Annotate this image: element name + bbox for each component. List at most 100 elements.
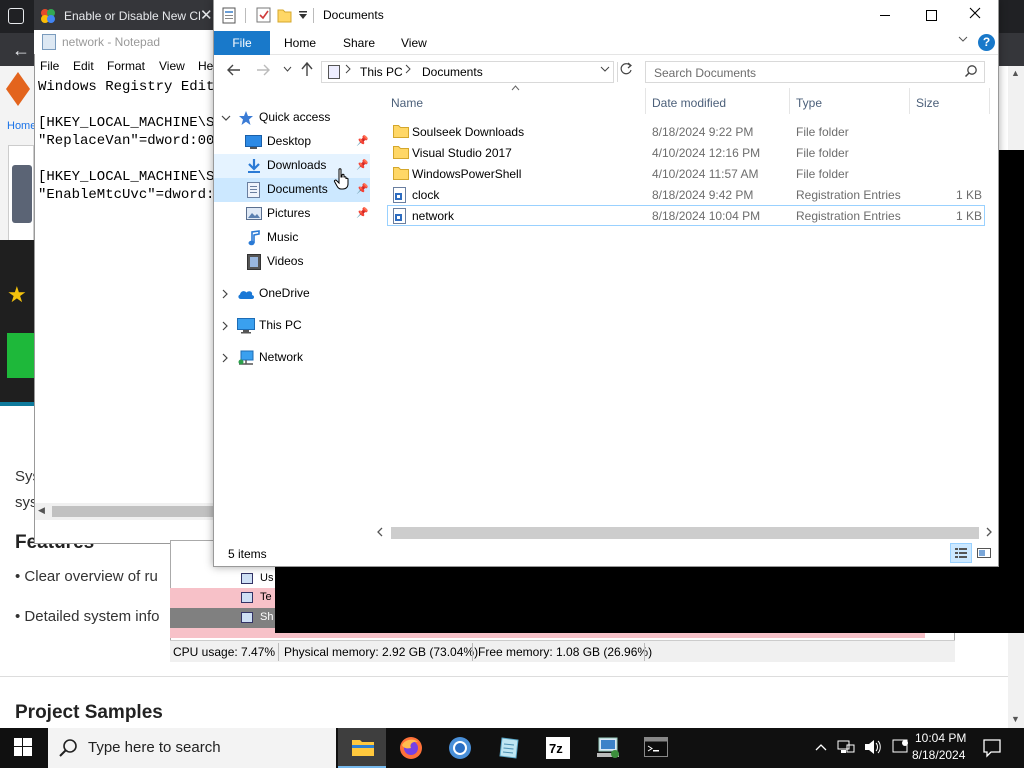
- search-input[interactable]: Search Documents: [645, 61, 985, 83]
- pin-icon[interactable]: 📌: [356, 136, 368, 147]
- nav-item-quick-access[interactable]: Quick access: [214, 106, 370, 130]
- tab-home[interactable]: Home: [284, 36, 316, 50]
- nav-item-desktop[interactable]: Desktop 📌: [214, 130, 370, 154]
- notepad-icon: [42, 34, 56, 50]
- folder-icon: [393, 124, 409, 138]
- help-icon[interactable]: ?: [978, 34, 995, 51]
- process-row[interactable]: Te: [170, 588, 278, 608]
- refresh-icon[interactable]: [617, 62, 632, 82]
- notepad-scroll-thumb[interactable]: [52, 506, 214, 517]
- notepad-text-area[interactable]: Windows Registry Edito [HKEY_LOCAL_MACHI…: [38, 78, 214, 204]
- file-row[interactable]: Visual Studio 2017 4/10/2024 12:16 PM Fi…: [387, 142, 985, 163]
- checkbox-icon[interactable]: [256, 7, 271, 23]
- column-header-name[interactable]: Name: [391, 96, 423, 110]
- column-header-size[interactable]: Size: [916, 96, 939, 110]
- address-dropdown-chevron-icon[interactable]: [600, 65, 610, 73]
- breadcrumb-documents[interactable]: Documents: [422, 65, 483, 79]
- up-arrow-icon[interactable]: [300, 61, 314, 77]
- menu-help[interactable]: He: [198, 59, 213, 73]
- pin-icon[interactable]: 📌: [356, 160, 368, 171]
- home-link[interactable]: Home: [7, 120, 36, 132]
- nav-item-onedrive[interactable]: OneDrive: [214, 282, 370, 306]
- scroll-right-icon[interactable]: [986, 527, 992, 537]
- scroll-thumb[interactable]: [391, 527, 979, 539]
- cpu-usage: CPU usage: 7.47%: [173, 645, 276, 659]
- show-hidden-icons-chevron-icon[interactable]: [815, 742, 827, 752]
- file-row[interactable]: Soulseek Downloads 8/18/2024 9:22 PM Fil…: [387, 121, 985, 142]
- column-header-type[interactable]: Type: [796, 96, 822, 110]
- maximize-button[interactable]: [916, 4, 946, 26]
- browser-tab-close-icon[interactable]: ✕: [200, 6, 213, 24]
- forward-arrow-icon[interactable]: [255, 62, 271, 78]
- firefox-icon[interactable]: [399, 736, 423, 760]
- network-settings-app-icon[interactable]: [595, 736, 621, 760]
- column-divider[interactable]: [909, 88, 910, 114]
- taskbar-search-input[interactable]: Type here to search: [48, 728, 336, 768]
- menu-edit[interactable]: Edit: [73, 59, 94, 73]
- nav-item-videos[interactable]: Videos: [214, 250, 370, 274]
- back-arrow-icon[interactable]: [226, 62, 242, 78]
- windows-start-icon[interactable]: [14, 738, 32, 756]
- action-center-icon[interactable]: [982, 738, 1002, 758]
- process-row[interactable]: Sh: [170, 608, 278, 628]
- terminal-app-icon[interactable]: [644, 737, 668, 757]
- new-folder-icon[interactable]: [277, 7, 292, 23]
- tab-share[interactable]: Share: [343, 36, 375, 50]
- file-name: Soulseek Downloads: [412, 125, 525, 139]
- breadcrumb-this-pc[interactable]: This PC: [360, 65, 403, 79]
- 7zip-icon[interactable]: 7z: [546, 737, 570, 759]
- clock-date[interactable]: 8/18/2024: [912, 748, 965, 762]
- file-row[interactable]: WindowsPowerShell 4/10/2024 11:57 AM Fil…: [387, 163, 985, 184]
- notepad-app-icon[interactable]: [497, 736, 521, 760]
- customize-qat-icon[interactable]: [298, 10, 308, 20]
- tab-file[interactable]: File: [214, 31, 270, 55]
- nav-item-pictures[interactable]: Pictures 📌: [214, 202, 370, 226]
- nav-label: OneDrive: [259, 286, 310, 300]
- breadcrumb-chevron-icon[interactable]: [345, 64, 351, 74]
- clock-time[interactable]: 10:04 PM: [915, 731, 966, 745]
- expand-ribbon-chevron-icon[interactable]: [958, 35, 968, 43]
- browser-tab-search-icon[interactable]: [8, 8, 24, 24]
- scroll-left-icon[interactable]: [377, 527, 383, 537]
- column-header-date[interactable]: Date modified: [652, 96, 726, 110]
- nav-item-this-pc[interactable]: This PC: [214, 314, 370, 338]
- menu-file[interactable]: File: [40, 59, 59, 73]
- file-type: File folder: [796, 146, 849, 160]
- scroll-down-icon[interactable]: ▼: [1011, 714, 1020, 724]
- browser-tab[interactable]: Enable or Disable New Cl: [34, 0, 214, 33]
- breadcrumb-chevron-icon[interactable]: [405, 64, 411, 74]
- minimize-button[interactable]: [870, 4, 900, 26]
- menu-format[interactable]: Format: [107, 59, 145, 73]
- scroll-up-icon[interactable]: ▲: [1011, 68, 1020, 78]
- collapsed-chevron-icon[interactable]: [221, 321, 229, 331]
- browser-back-button[interactable]: ←: [12, 40, 30, 61]
- collapsed-chevron-icon[interactable]: [221, 353, 229, 363]
- pin-icon[interactable]: 📌: [356, 208, 368, 219]
- nav-item-music[interactable]: Music: [214, 226, 370, 250]
- network-status-icon[interactable]: [837, 739, 855, 755]
- details-view-icon[interactable]: [950, 543, 972, 563]
- recent-locations-chevron-icon[interactable]: [283, 65, 292, 73]
- menu-view[interactable]: View: [159, 59, 185, 73]
- scroll-left-icon[interactable]: ◀: [38, 505, 45, 516]
- chrome-icon[interactable]: [448, 736, 472, 760]
- expanded-chevron-icon[interactable]: [221, 114, 231, 122]
- large-icons-view-icon[interactable]: [976, 545, 992, 561]
- file-row[interactable]: clock 8/18/2024 9:42 PM Registration Ent…: [387, 184, 985, 205]
- column-divider[interactable]: [645, 88, 646, 114]
- search-icon[interactable]: [964, 64, 978, 78]
- properties-icon[interactable]: [222, 7, 236, 24]
- pin-icon[interactable]: 📌: [356, 184, 368, 195]
- collapsed-chevron-icon[interactable]: [221, 289, 229, 299]
- notification-badge-icon[interactable]: [892, 739, 910, 755]
- close-button[interactable]: [960, 3, 990, 25]
- nav-item-network[interactable]: Network: [214, 346, 370, 370]
- file-row-focused[interactable]: network 8/18/2024 10:04 PM Registration …: [387, 205, 985, 226]
- file-name: clock: [412, 188, 440, 202]
- column-divider[interactable]: [989, 88, 990, 114]
- download-button[interactable]: [7, 333, 34, 378]
- file-type: Registration Entries: [796, 188, 901, 202]
- volume-icon[interactable]: [864, 739, 882, 755]
- column-divider[interactable]: [789, 88, 790, 114]
- tab-view[interactable]: View: [401, 36, 427, 50]
